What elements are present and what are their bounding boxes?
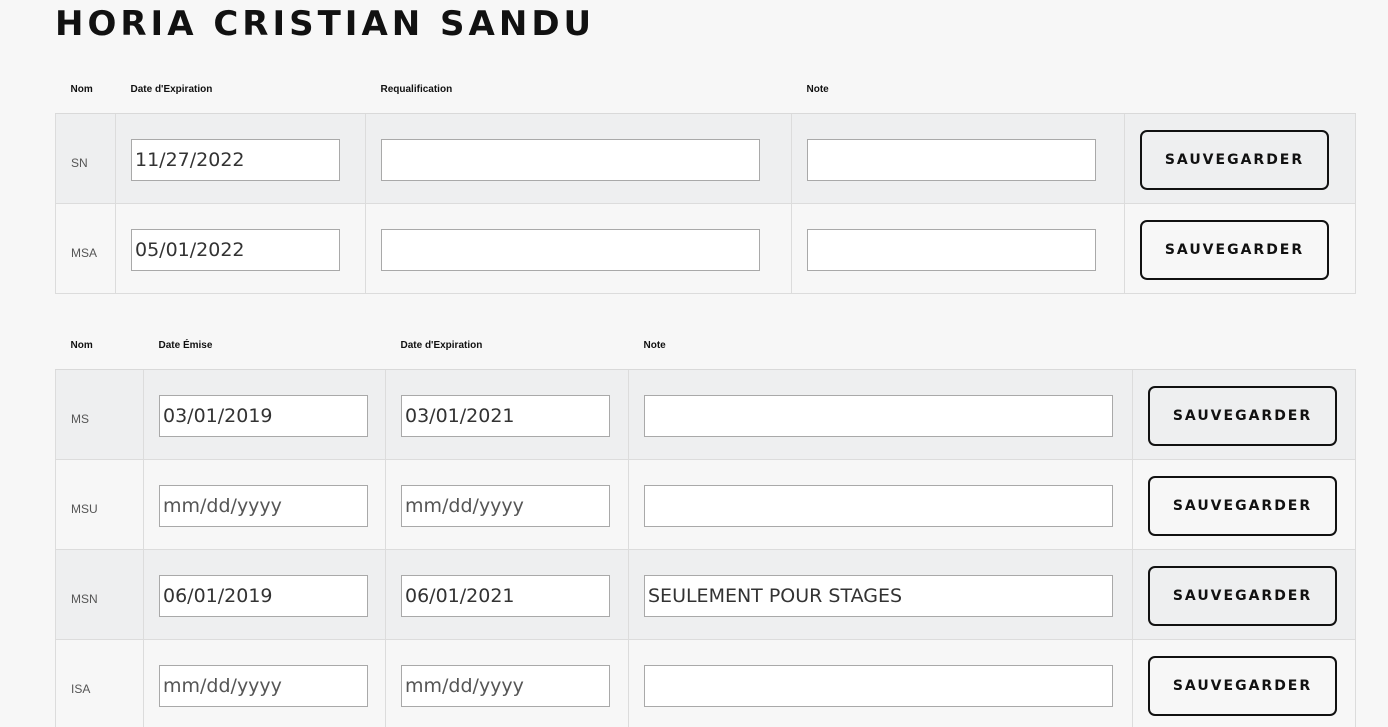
qualification-table: Nom Date d'Expiration Requalification No… xyxy=(55,65,1356,294)
save-button[interactable]: SAUVEGARDER xyxy=(1148,386,1337,446)
table-row: ISA mm/dd/yyyy mm/dd/yyyy SAUVEGARDER xyxy=(55,639,1356,727)
note-input[interactable] xyxy=(807,139,1096,181)
note-input[interactable] xyxy=(644,485,1113,527)
row-name: SN xyxy=(55,113,116,204)
action-cell: SAUVEGARDER xyxy=(1124,113,1356,204)
note-input[interactable] xyxy=(807,229,1096,271)
table-row: MSA 05/01/2022 SAUVEGARDER xyxy=(55,203,1356,294)
row-name: ISA xyxy=(55,639,144,727)
column-header-nom: Nom xyxy=(55,65,116,114)
table-header-row: Nom Date Émise Date d'Expiration Note xyxy=(55,321,1356,370)
note-cell: SEULEMENT POUR STAGES xyxy=(628,549,1133,640)
expiration-date-input[interactable]: mm/dd/yyyy xyxy=(401,665,610,707)
expiration-date-input[interactable]: 06/01/2021 xyxy=(401,575,610,617)
row-name: MSA xyxy=(55,203,116,294)
note-cell xyxy=(628,459,1133,550)
action-cell: SAUVEGARDER xyxy=(1132,369,1356,460)
table-row: SN 11/27/2022 SAUVEGARDER xyxy=(55,113,1356,204)
save-button[interactable]: SAUVEGARDER xyxy=(1140,130,1329,190)
column-header-actions xyxy=(1124,65,1356,114)
requalification-input[interactable] xyxy=(381,229,760,271)
expiration-date-input[interactable]: mm/dd/yyyy xyxy=(401,485,610,527)
column-header-date-expiration: Date d'Expiration xyxy=(385,321,629,370)
note-input[interactable] xyxy=(644,665,1113,707)
requalification-cell xyxy=(365,203,792,294)
expiration-cell: 05/01/2022 xyxy=(115,203,366,294)
row-name: MSU xyxy=(55,459,144,550)
column-header-note: Note xyxy=(791,65,1125,114)
note-cell xyxy=(628,639,1133,727)
page: HORIA CRISTIAN SANDU Nom Date d'Expirati… xyxy=(0,0,1388,727)
row-name: MS xyxy=(55,369,144,460)
note-input[interactable] xyxy=(644,395,1113,437)
column-header-requalification: Requalification xyxy=(365,65,792,114)
note-cell xyxy=(791,203,1125,294)
column-header-note: Note xyxy=(628,321,1133,370)
action-cell: SAUVEGARDER xyxy=(1132,459,1356,550)
save-button[interactable]: SAUVEGARDER xyxy=(1140,220,1329,280)
expiration-cell: 06/01/2021 xyxy=(385,549,629,640)
save-button[interactable]: SAUVEGARDER xyxy=(1148,566,1337,626)
action-cell: SAUVEGARDER xyxy=(1124,203,1356,294)
issued-date-input[interactable]: 06/01/2019 xyxy=(159,575,368,617)
note-cell xyxy=(628,369,1133,460)
expiration-date-input[interactable]: 11/27/2022 xyxy=(131,139,340,181)
action-cell: SAUVEGARDER xyxy=(1132,549,1356,640)
expiration-cell: mm/dd/yyyy xyxy=(385,459,629,550)
note-input[interactable]: SEULEMENT POUR STAGES xyxy=(644,575,1113,617)
table-row: MSU mm/dd/yyyy mm/dd/yyyy SAUVEGARDER xyxy=(55,459,1356,550)
column-header-nom: Nom xyxy=(55,321,144,370)
issued-cell: 03/01/2019 xyxy=(143,369,386,460)
action-cell: SAUVEGARDER xyxy=(1132,639,1356,727)
column-header-date-expiration: Date d'Expiration xyxy=(115,65,366,114)
expiration-cell: 03/01/2021 xyxy=(385,369,629,460)
expiration-date-input[interactable]: 05/01/2022 xyxy=(131,229,340,271)
save-button[interactable]: SAUVEGARDER xyxy=(1148,656,1337,716)
expiration-cell: 11/27/2022 xyxy=(115,113,366,204)
column-header-actions xyxy=(1132,321,1356,370)
requalification-input[interactable] xyxy=(381,139,760,181)
expiration-date-input[interactable]: 03/01/2021 xyxy=(401,395,610,437)
save-button[interactable]: SAUVEGARDER xyxy=(1148,476,1337,536)
column-header-date-emise: Date Émise xyxy=(143,321,386,370)
table-header-row: Nom Date d'Expiration Requalification No… xyxy=(55,65,1356,114)
table-row: MSN 06/01/2019 06/01/2021 SEULEMENT POUR… xyxy=(55,549,1356,640)
table-row: MS 03/01/2019 03/01/2021 SAUVEGARDER xyxy=(55,369,1356,460)
note-cell xyxy=(791,113,1125,204)
issued-cell: mm/dd/yyyy xyxy=(143,459,386,550)
issued-cell: 06/01/2019 xyxy=(143,549,386,640)
requalification-cell xyxy=(365,113,792,204)
issued-cell: mm/dd/yyyy xyxy=(143,639,386,727)
page-title: HORIA CRISTIAN SANDU xyxy=(55,4,596,44)
certificate-table: Nom Date Émise Date d'Expiration Note MS… xyxy=(55,321,1356,727)
issued-date-input[interactable]: mm/dd/yyyy xyxy=(159,665,368,707)
expiration-cell: mm/dd/yyyy xyxy=(385,639,629,727)
row-name: MSN xyxy=(55,549,144,640)
issued-date-input[interactable]: 03/01/2019 xyxy=(159,395,368,437)
issued-date-input[interactable]: mm/dd/yyyy xyxy=(159,485,368,527)
